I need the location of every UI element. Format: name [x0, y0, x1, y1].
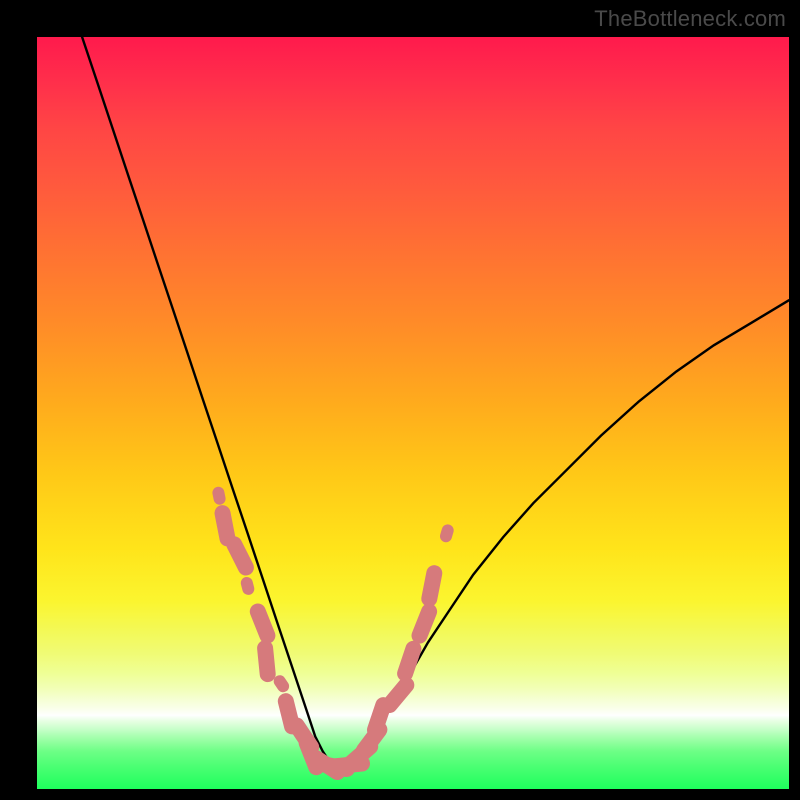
curve-markers	[218, 493, 447, 772]
curve-marker	[280, 681, 283, 686]
curve-marker	[223, 513, 228, 538]
curve-marker	[258, 612, 268, 636]
curve-marker	[234, 544, 246, 567]
curve-marker	[429, 573, 434, 599]
curve-layer	[37, 37, 789, 789]
curve-marker	[218, 493, 219, 499]
watermark-text: TheBottleneck.com	[594, 6, 786, 32]
chart-stage: TheBottleneck.com	[0, 0, 800, 800]
curve-marker	[405, 649, 413, 674]
bottleneck-curve	[82, 37, 789, 766]
curve-marker	[247, 583, 249, 589]
curve-marker	[420, 612, 430, 636]
curve-marker	[265, 648, 268, 674]
curve-marker	[390, 685, 407, 705]
curve-marker	[375, 705, 383, 730]
curve-marker	[446, 530, 448, 536]
plot-area	[37, 37, 789, 789]
